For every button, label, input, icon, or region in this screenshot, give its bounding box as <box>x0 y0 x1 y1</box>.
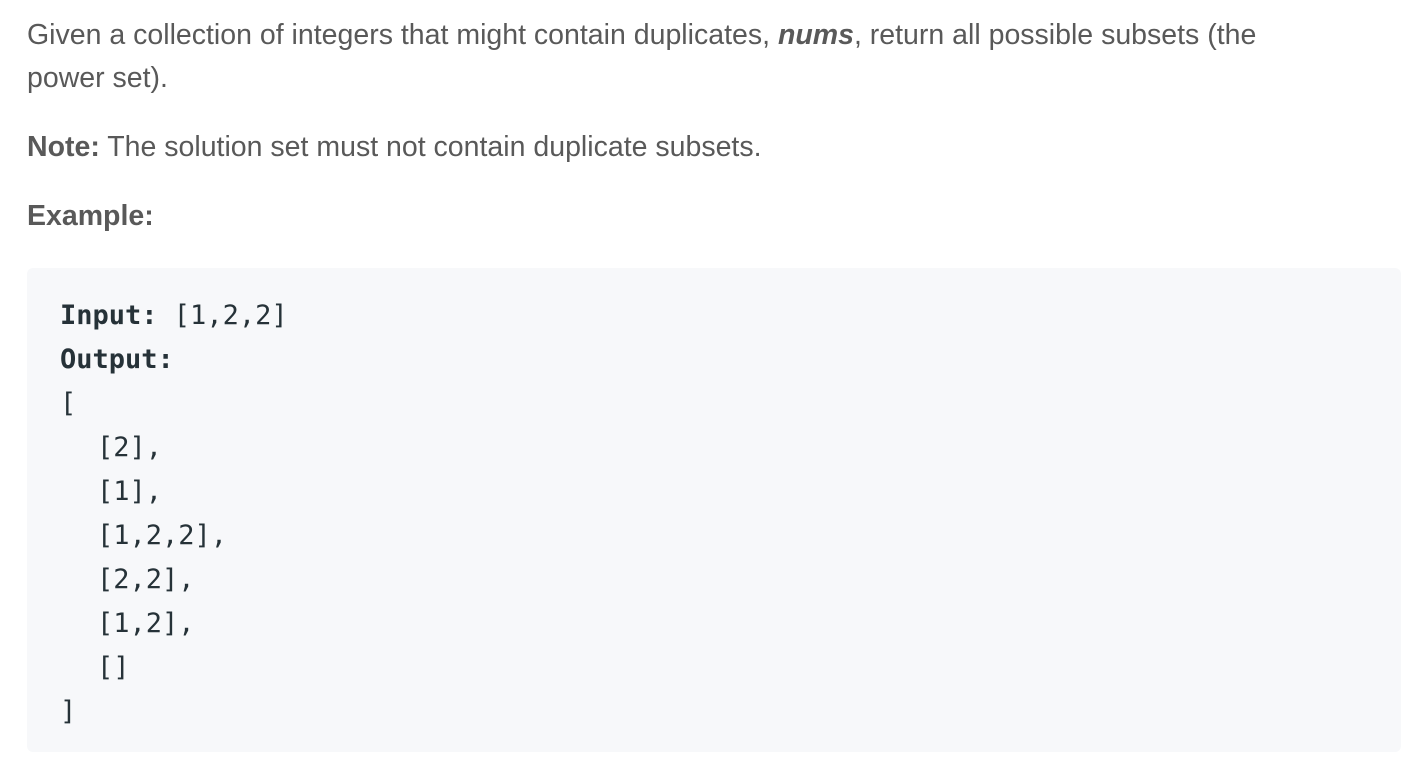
output-label: Output: <box>60 344 174 375</box>
subset-item: [2,2], <box>97 564 195 595</box>
note-label: Note: <box>27 131 100 163</box>
input-value: [1,2,2] <box>157 300 288 331</box>
variable-name: nums <box>777 19 854 51</box>
subset-item: [1,2], <box>97 608 195 639</box>
note-text: The solution set must not contain duplic… <box>99 131 762 163</box>
input-label: Input: <box>60 300 158 331</box>
problem-description: Given a collection of integers that migh… <box>27 14 1401 238</box>
subset-item: [] <box>97 652 130 683</box>
subset-item: [2], <box>97 432 163 463</box>
note-paragraph: Note: The solution set must not contain … <box>27 126 1401 169</box>
example-heading: Example: <box>27 200 154 232</box>
input-line: Input: [1,2,2] <box>60 294 1401 338</box>
close-bracket: ] <box>60 696 77 727</box>
example-code-block: Input: [1,2,2] Output: [ [2], [1], [1,2,… <box>27 268 1401 752</box>
intro-prefix: Given a collection of integers that migh… <box>27 19 778 51</box>
subset-item: [1,2,2], <box>97 520 228 551</box>
output-line: Output: <box>60 338 1401 382</box>
subset-item: [1], <box>97 476 163 507</box>
intro-paragraph: Given a collection of integers that migh… <box>27 14 1327 100</box>
open-bracket: [ <box>60 388 77 419</box>
